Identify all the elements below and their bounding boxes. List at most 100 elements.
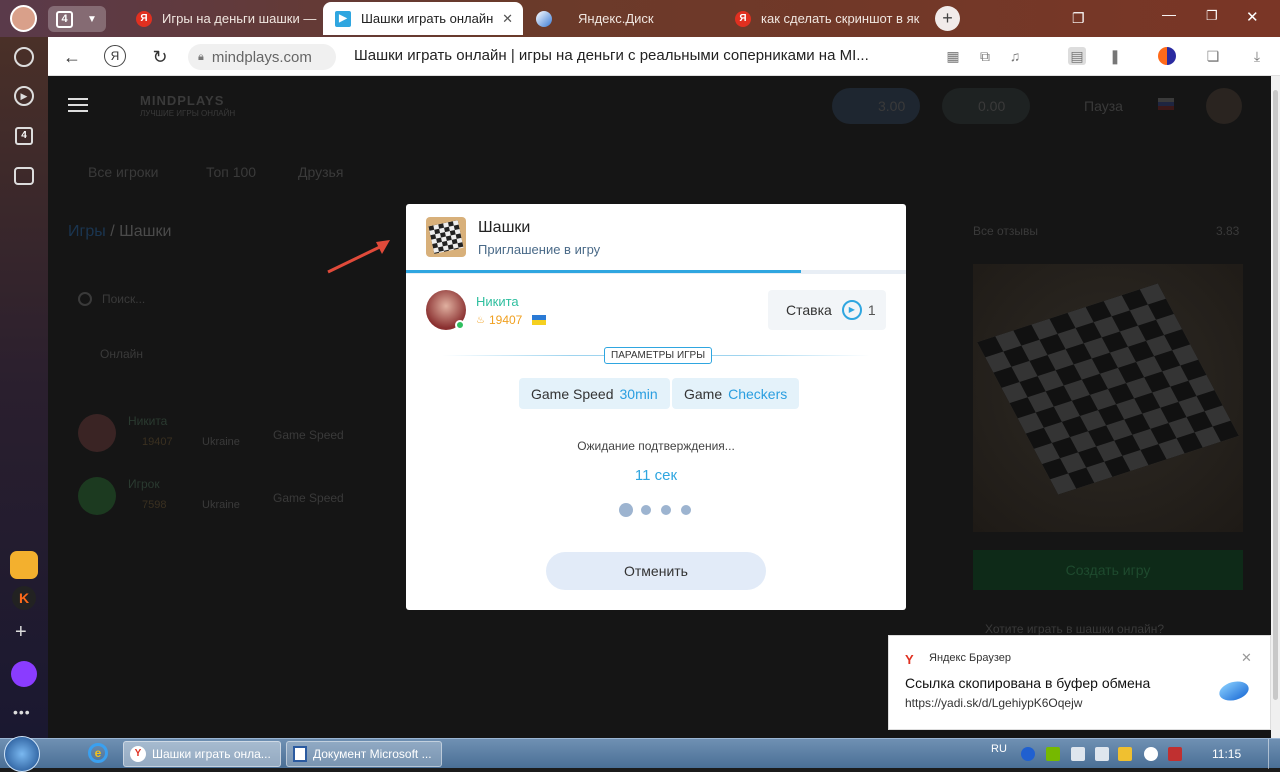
screenshot-camera-icon[interactable]: [14, 167, 34, 185]
tab-games-money[interactable]: Я Игры на деньги шашки —: [124, 2, 322, 35]
yandex-home-icon[interactable]: Я: [104, 45, 126, 67]
modal-title: Шашки: [478, 219, 531, 236]
hamburger-menu-icon[interactable]: [68, 98, 88, 112]
download-icon[interactable]: ⤓: [1248, 47, 1266, 65]
reader-icon[interactable]: ▤: [1068, 47, 1086, 65]
volume-icon[interactable]: [1095, 747, 1109, 761]
back-arrow-icon[interactable]: ←: [60, 45, 84, 69]
page-scrollbar[interactable]: [1271, 76, 1280, 738]
tab-counter-button[interactable]: 4 ▼: [48, 6, 106, 32]
notification-app: Яндекс Браузер: [929, 652, 1012, 664]
internet-explorer-icon[interactable]: e: [88, 743, 108, 763]
game-type-value: Checkers: [728, 385, 788, 402]
player-country: Ukraine: [202, 436, 240, 448]
clock[interactable]: 11:15: [1212, 747, 1241, 761]
new-tab-button[interactable]: +: [935, 6, 960, 31]
user-avatar[interactable]: [1206, 88, 1242, 124]
notification-url[interactable]: https://yadi.sk/d/LgehiypK6Oqejw: [905, 696, 1082, 710]
search-icon: [78, 292, 92, 306]
page-title: Шашки играть онлайн | игры на деньги с р…: [354, 47, 869, 64]
bookmark-icon[interactable]: ❚: [1106, 47, 1124, 65]
balance-pill-secondary[interactable]: 0.00: [942, 88, 1030, 124]
loading-dot: [681, 505, 691, 515]
language-flag-icon[interactable]: [1158, 98, 1174, 110]
cancel-button[interactable]: Отменить: [546, 552, 766, 590]
faq-link[interactable]: Хотите играть в шашки онлайн?: [985, 622, 1164, 636]
play-circle-icon[interactable]: ▶: [14, 86, 34, 106]
address-bar: ← Я ↻ 🔒︎ mindplays.com Шашки играть онла…: [48, 37, 1280, 76]
game-speed-chip: Game Speed 30min: [519, 378, 670, 409]
usb-device-icon[interactable]: [1071, 747, 1085, 761]
tab-checkers-active[interactable]: ▶ Шашки играть онлайн ✕: [323, 2, 523, 35]
bookmarks-window-icon[interactable]: ❐: [1072, 10, 1085, 27]
breadcrumb-link[interactable]: Игры: [68, 223, 106, 240]
app-shortcut-yellow-icon[interactable]: [10, 551, 38, 579]
tab-title: Яндекс.Диск: [578, 11, 654, 26]
row-game-speed: Game Speed: [273, 491, 344, 505]
yandex-tray-icon[interactable]: [1144, 747, 1158, 761]
tab-yandex-disk[interactable]: Яндекс.Диск: [524, 2, 722, 35]
minimize-button[interactable]: —: [1162, 6, 1176, 22]
url-field[interactable]: 🔒︎ mindplays.com: [188, 44, 336, 70]
word-document-icon: [293, 746, 307, 762]
yandex-browser-icon: Y: [905, 652, 914, 667]
apps-grid-icon[interactable]: ▦: [944, 47, 962, 65]
tab-top-100[interactable]: Топ 100: [206, 164, 256, 180]
network-signal-icon[interactable]: [1118, 747, 1132, 761]
taskbar-browser-window[interactable]: Y Шашки играть онла...: [123, 741, 281, 767]
row-game-speed: Game Speed: [273, 428, 344, 442]
tab-screenshot-search[interactable]: Я как сделать скриншот в як: [723, 2, 923, 35]
waiting-text: Ожидание подтверждения...: [577, 439, 735, 453]
flame-icon: ♨: [476, 314, 485, 326]
countdown-timer: 11 сек: [634, 467, 678, 484]
close-window-button[interactable]: ✕: [1246, 8, 1259, 26]
bluetooth-icon[interactable]: [1021, 747, 1035, 761]
add-shortcut-icon[interactable]: +: [15, 621, 27, 644]
profile-avatar[interactable]: [10, 5, 37, 32]
tab-all-players[interactable]: Все игроки: [88, 164, 158, 180]
yandex-favicon-icon: Я: [136, 10, 152, 27]
search-input[interactable]: Поиск...: [78, 286, 238, 312]
balance-pill-primary[interactable]: 3.00: [832, 88, 920, 124]
headphones-icon[interactable]: ♫: [1006, 47, 1024, 65]
balance-value: 3.00: [878, 98, 906, 114]
taskbar-word-window[interactable]: Документ Microsoft ...: [286, 741, 442, 767]
balance-value: 0.00: [978, 98, 1006, 114]
show-desktop-button[interactable]: [1268, 739, 1280, 769]
stake-label: Ставка: [786, 302, 832, 318]
stake-box: Ставка ▶ 1: [768, 290, 886, 330]
reviews-score: 3.83: [1216, 224, 1240, 238]
online-filter[interactable]: Онлайн: [100, 347, 143, 361]
start-button[interactable]: [4, 736, 40, 772]
nvidia-icon[interactable]: [1046, 747, 1060, 761]
game-invitation-modal: Шашки Приглашение в игру Никита ♨ 19407 …: [406, 204, 906, 610]
app-shortcut-k-icon[interactable]: K: [12, 586, 36, 610]
pause-button[interactable]: Пауза: [1084, 98, 1123, 114]
create-game-button[interactable]: Создать игру: [973, 550, 1243, 590]
history-clock-icon[interactable]: [14, 47, 34, 67]
translate-icon[interactable]: ⧉: [976, 47, 994, 65]
action-center-flag-icon[interactable]: [1168, 747, 1182, 761]
avatar: [78, 477, 116, 515]
restore-button[interactable]: ❐: [1206, 8, 1218, 24]
checkers-game-icon: [426, 217, 466, 257]
reload-icon[interactable]: ↻: [148, 45, 172, 69]
avatar: [78, 414, 116, 452]
windows-taskbar: e Y Шашки играть онла... Документ Micros…: [0, 736, 1280, 772]
yandex-icon: Y: [130, 746, 146, 762]
reviews-label[interactable]: Все отзывы: [973, 224, 1038, 238]
close-tab-icon[interactable]: ✕: [502, 11, 513, 27]
yandex-wallet-icon[interactable]: [1158, 47, 1176, 65]
tabs-count-icon[interactable]: 4: [15, 127, 33, 145]
alice-assistant-icon[interactable]: [11, 661, 37, 687]
language-indicator[interactable]: RU: [991, 743, 1007, 755]
notification-close-icon[interactable]: ✕: [1241, 650, 1252, 666]
breadcrumb: Игры / Шашки: [68, 223, 171, 241]
tab-friends[interactable]: Друзья: [298, 164, 343, 180]
collections-icon[interactable]: ❏: [1204, 47, 1222, 65]
more-dots-icon[interactable]: •••: [13, 704, 31, 720]
loading-dot: [641, 505, 651, 515]
breadcrumb-current: / Шашки: [110, 223, 172, 240]
tab-count: 4: [56, 10, 73, 28]
coin-icon: ▶: [841, 300, 862, 320]
